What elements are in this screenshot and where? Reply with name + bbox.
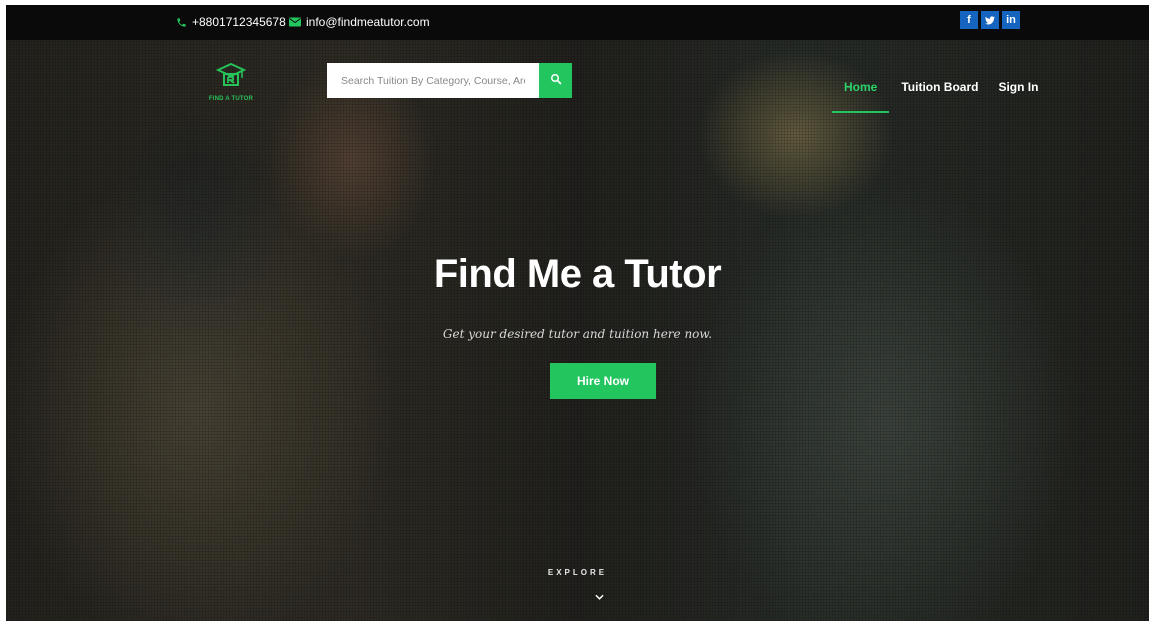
- phone-icon: [176, 17, 187, 28]
- page-frame: +8801712345678 info@findmeatutor.com f i…: [6, 5, 1149, 621]
- linkedin-icon[interactable]: in: [1002, 11, 1020, 29]
- search-bar: [327, 63, 572, 98]
- hero-title: Find Me a Tutor: [433, 252, 722, 296]
- top-contact-bar: +8801712345678 info@findmeatutor.com f i…: [6, 5, 1149, 40]
- hero-section: FIND A TUTOR Home Tuition Board Sign In …: [6, 40, 1149, 621]
- search-icon: [550, 72, 562, 90]
- phone-number: +8801712345678: [192, 15, 286, 29]
- email-address: info@findmeatutor.com: [306, 15, 430, 29]
- facebook-icon[interactable]: f: [960, 11, 978, 29]
- logo-text: FIND A TUTOR: [208, 96, 254, 102]
- mortarboard-logo-icon: [215, 62, 247, 95]
- twitter-icon[interactable]: [981, 11, 999, 29]
- search-button[interactable]: [539, 63, 572, 98]
- search-input[interactable]: [327, 63, 539, 98]
- nav-item-sign-in[interactable]: Sign In: [998, 80, 1038, 113]
- phone-contact[interactable]: +8801712345678: [176, 15, 286, 29]
- site-logo[interactable]: FIND A TUTOR: [196, 62, 266, 104]
- nav-item-tuition-board[interactable]: Tuition Board: [901, 80, 978, 113]
- chevron-down-icon[interactable]: [595, 587, 604, 605]
- main-nav: Home Tuition Board Sign In: [832, 80, 1058, 113]
- hero-subtitle: Get your desired tutor and tuition here …: [442, 327, 713, 341]
- envelope-icon: [289, 17, 301, 27]
- email-contact[interactable]: info@findmeatutor.com: [289, 15, 430, 29]
- hire-now-button[interactable]: Hire Now: [550, 363, 656, 399]
- social-links: f in: [960, 11, 1020, 29]
- nav-item-home[interactable]: Home: [832, 80, 890, 113]
- explore-label[interactable]: EXPLORE: [6, 568, 1149, 577]
